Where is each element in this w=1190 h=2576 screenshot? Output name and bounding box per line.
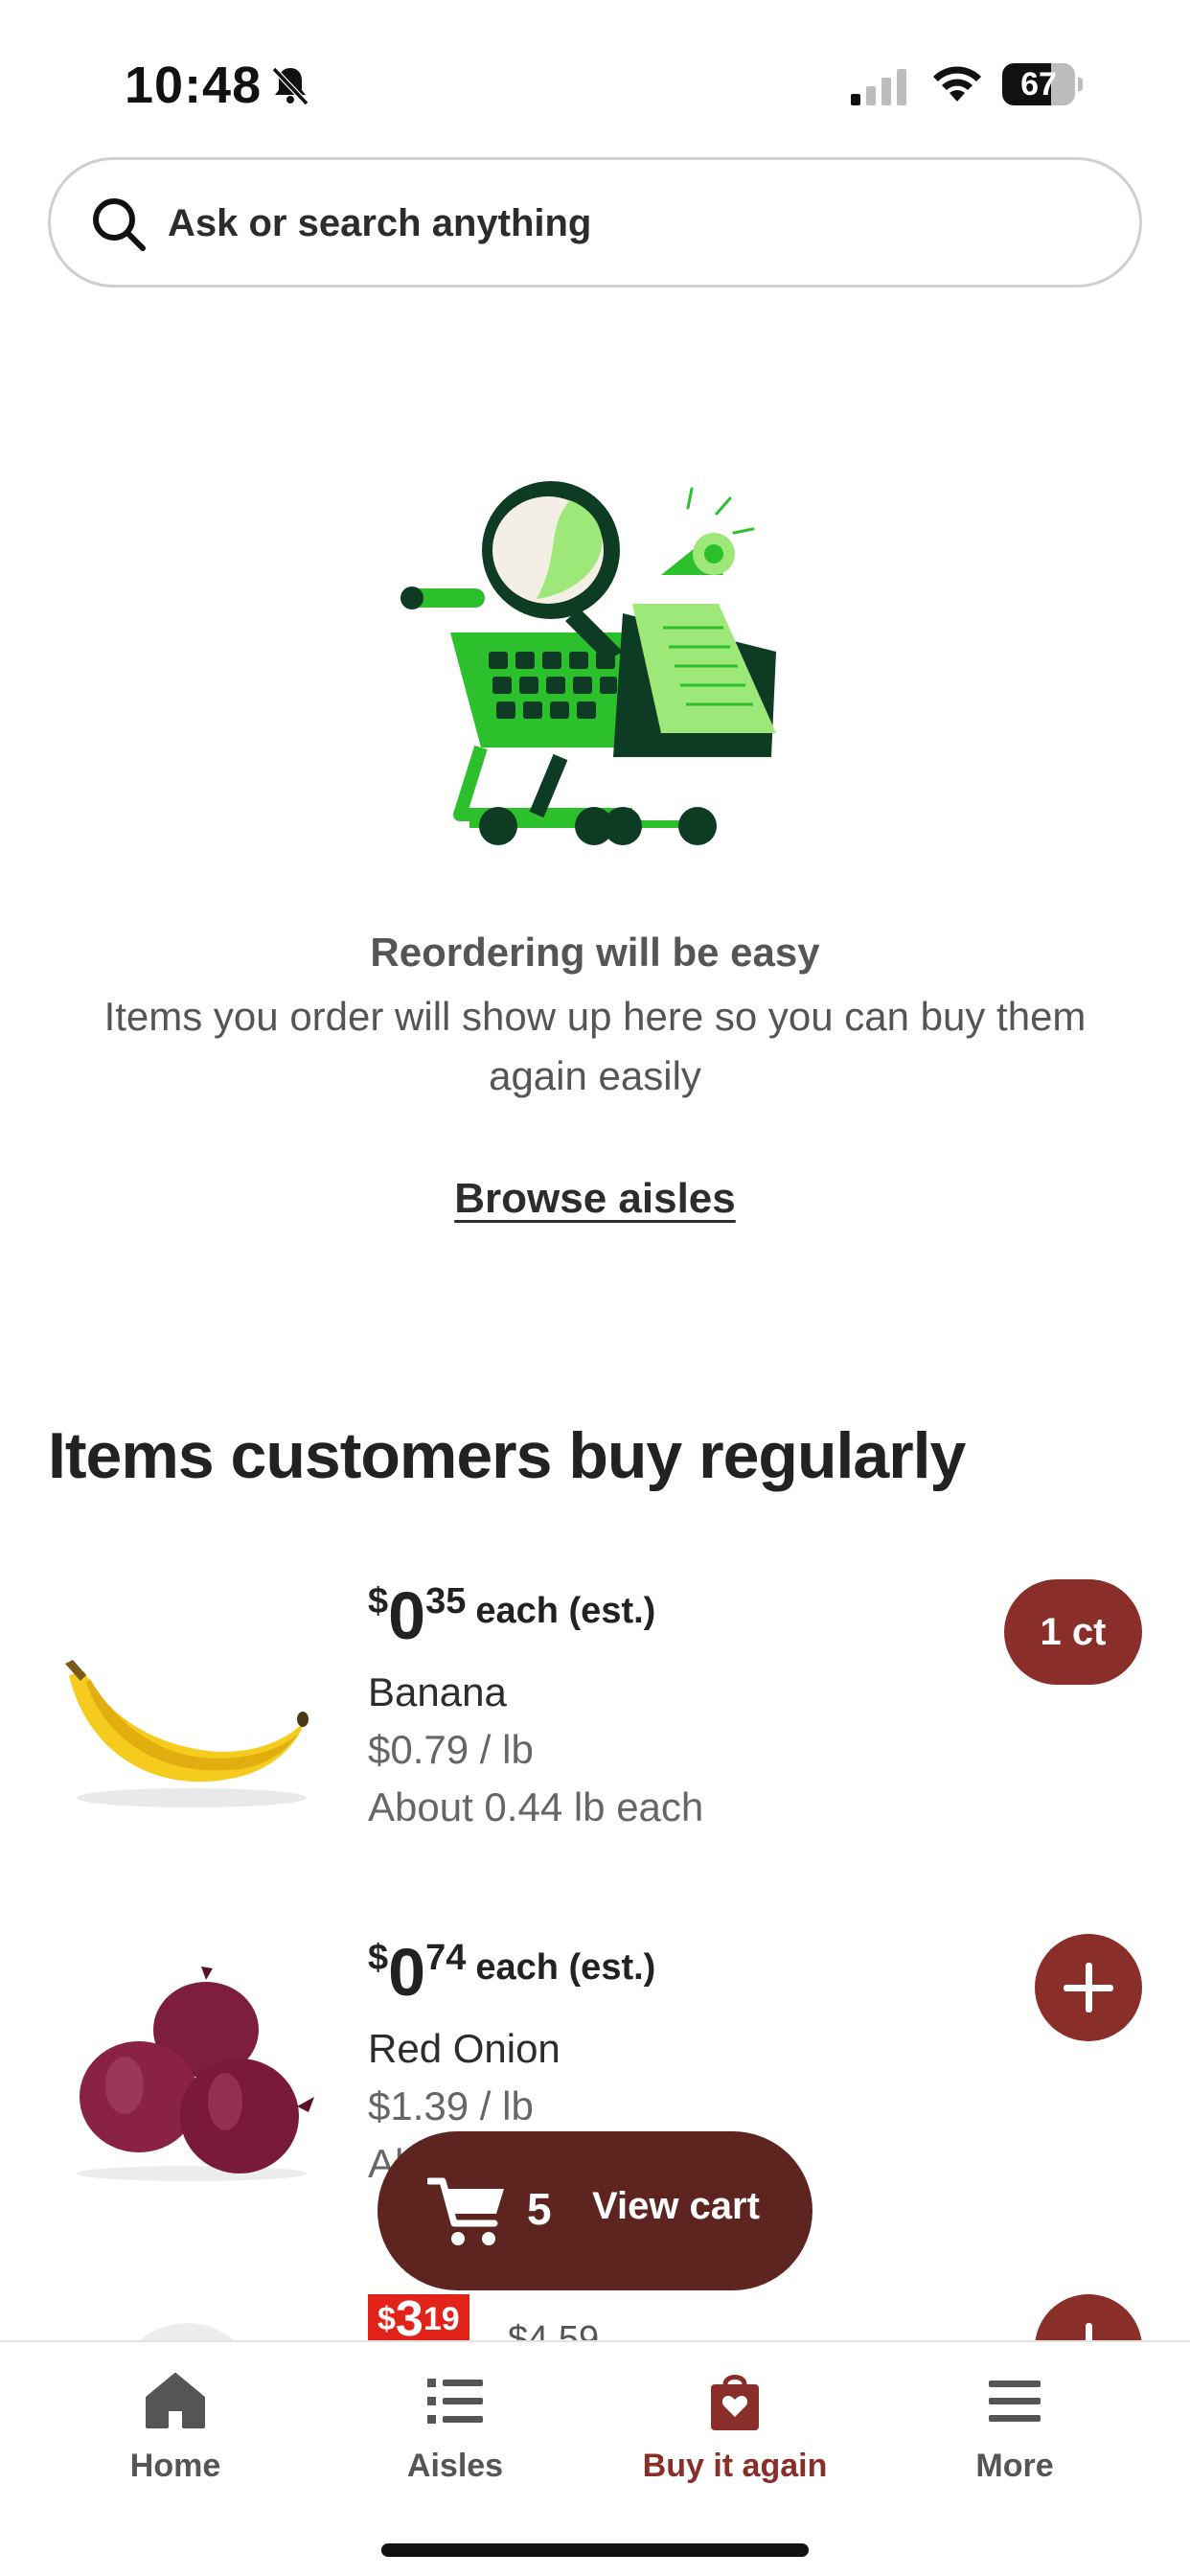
menu-icon xyxy=(989,2380,1041,2422)
product-name: Red Onion xyxy=(368,2026,561,2071)
product-name: Banana xyxy=(368,1669,507,1714)
shopping-bag-heart-icon xyxy=(711,2375,759,2430)
nav-label: Home xyxy=(129,2448,221,2484)
wifi-icon xyxy=(933,66,981,102)
home-icon xyxy=(146,2373,205,2428)
search-placeholder: Ask or search anything xyxy=(168,202,592,244)
signal-icon xyxy=(851,69,906,105)
cart-icon xyxy=(427,2177,504,2245)
nav-buy-it-again[interactable]: Buy it again xyxy=(591,2367,879,2511)
browse-aisles-link[interactable]: Browse aisles xyxy=(0,1175,1190,1223)
add-button[interactable] xyxy=(1035,1934,1142,2041)
section-title: Items customers buy regularly xyxy=(48,1419,966,1492)
sale-price-tag: $319 xyxy=(368,2294,469,2340)
cart-count: 5 xyxy=(527,2184,552,2234)
product-image xyxy=(115,2323,259,2340)
unit-price: $0.79 / lb xyxy=(368,1727,534,1772)
price: $074 each (est.) xyxy=(368,1935,656,2010)
product-row-banana[interactable]: $035 each (est.) Banana $0.79 / lb About … xyxy=(0,1577,1190,1903)
home-indicator[interactable] xyxy=(381,2543,809,2557)
status-time: 10:48 xyxy=(125,57,263,114)
nav-home[interactable]: Home xyxy=(32,2367,319,2511)
nav-more[interactable]: More xyxy=(871,2367,1158,2511)
red-onion-image xyxy=(77,1966,314,2181)
empty-state-description: Items you order will show up here so you… xyxy=(103,994,1087,1098)
search-input[interactable]: Ask or search anything xyxy=(48,157,1142,288)
add-button[interactable] xyxy=(1035,2294,1142,2340)
status-bar: 10:48 67 xyxy=(0,0,1190,144)
quantity-button[interactable]: 1 ct xyxy=(1004,1579,1142,1685)
original-price: $4.59 xyxy=(508,2319,600,2340)
banana-image xyxy=(65,1660,309,1807)
nav-label: Buy it again xyxy=(642,2448,828,2484)
search-icon xyxy=(93,198,146,251)
empty-state-title: Reordering will be easy xyxy=(370,930,820,975)
nav-aisles[interactable]: Aisles xyxy=(311,2367,599,2511)
product-size: About 0.44 lb each xyxy=(368,1784,704,1829)
product-row-partial[interactable]: $319 $4.59 xyxy=(0,2290,1190,2340)
bell-muted-icon xyxy=(271,66,309,106)
view-cart-label: View cart xyxy=(592,2185,760,2227)
bottom-nav: Home Aisles Buy it again More xyxy=(0,2340,1190,2576)
view-cart-button[interactable]: 5 View cart xyxy=(378,2131,812,2290)
battery-level: 67 xyxy=(1020,66,1057,103)
price: $035 each (est.) xyxy=(368,1578,656,1653)
unit-price: $1.39 / lb xyxy=(368,2083,534,2128)
nav-label: More xyxy=(975,2448,1054,2484)
browse-aisles-label: Browse aisles xyxy=(454,1175,736,1222)
battery-indicator: 67 xyxy=(1002,63,1083,105)
list-icon xyxy=(427,2379,483,2424)
nav-label: Aisles xyxy=(406,2448,504,2484)
shopping-cart-illustration xyxy=(400,481,776,845)
